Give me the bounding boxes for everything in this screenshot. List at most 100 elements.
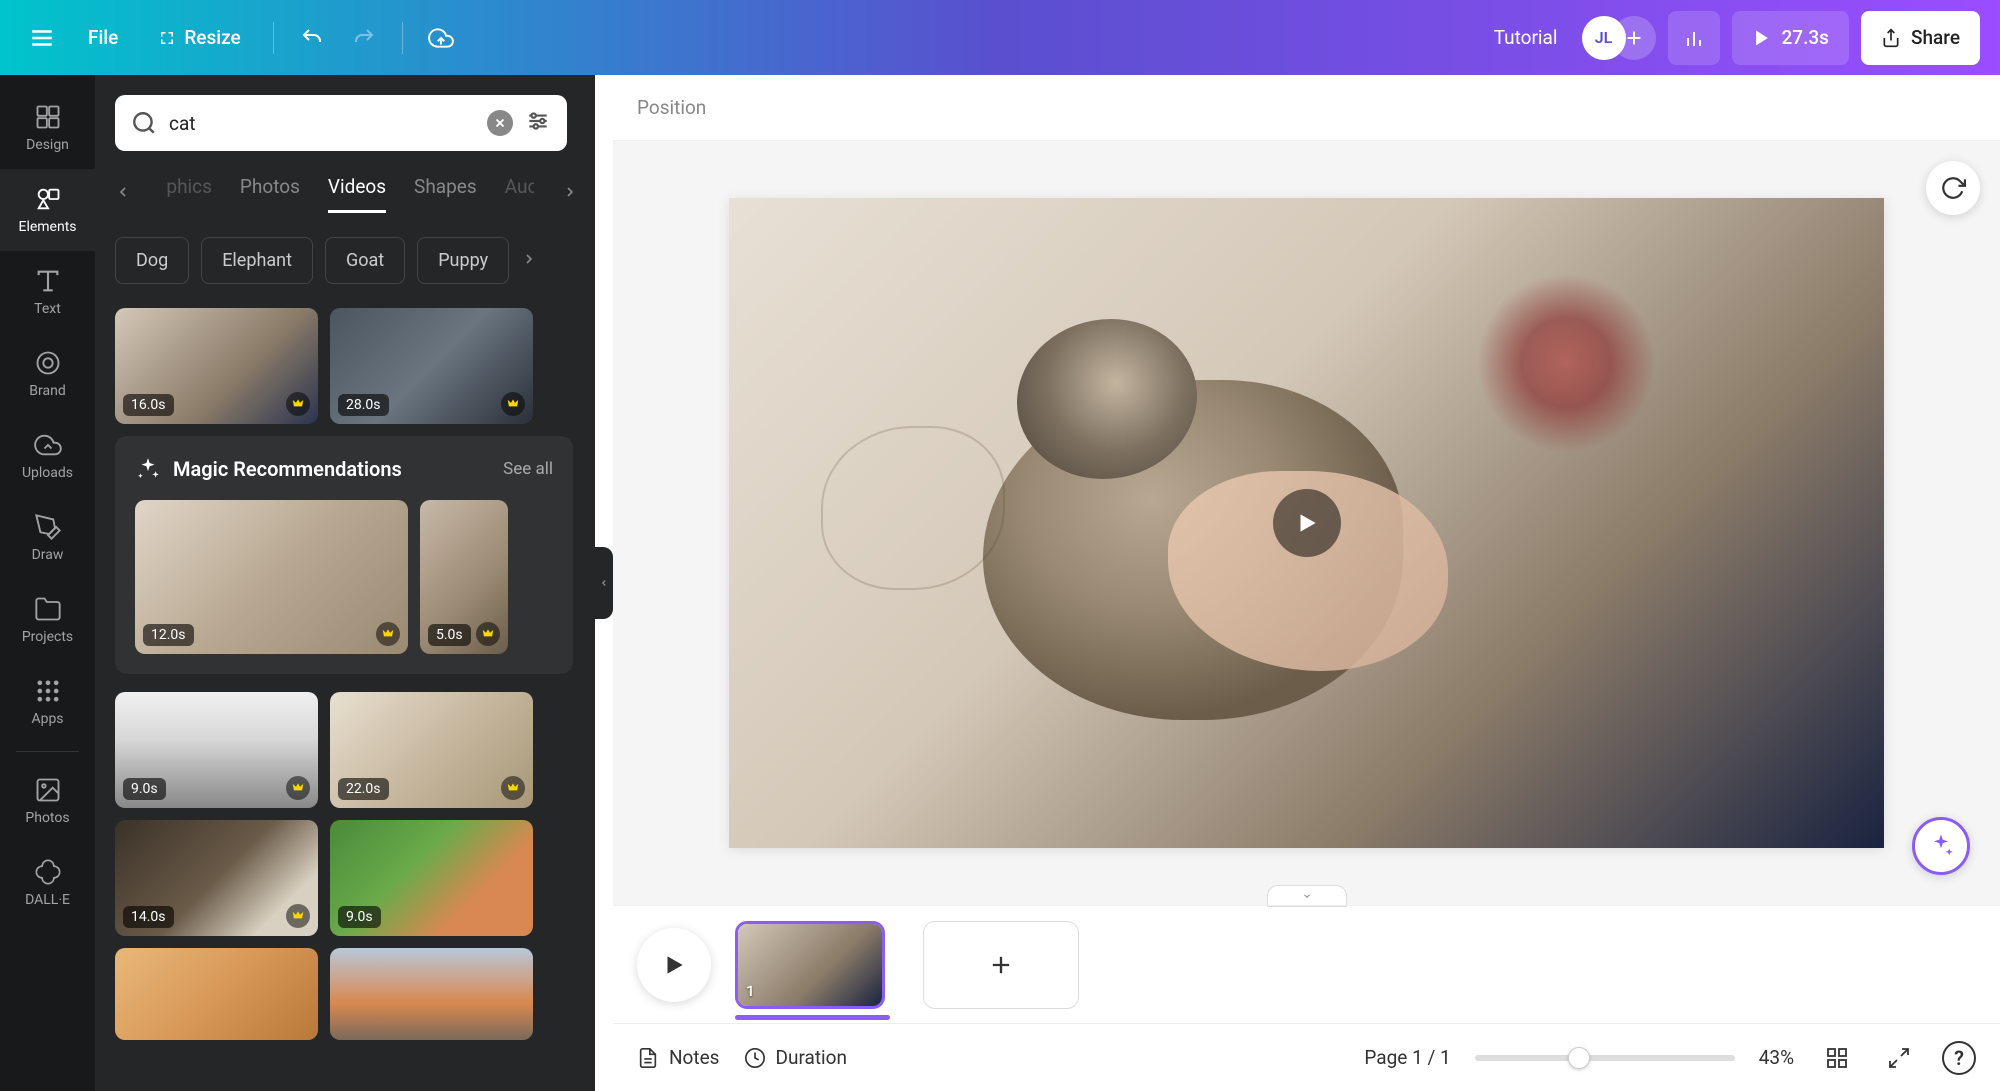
add-page-button[interactable]: [923, 921, 1079, 1009]
rail-item-design[interactable]: Design: [0, 87, 95, 169]
rail-item-draw[interactable]: Draw: [0, 497, 95, 579]
duration-badge: 28.0s: [338, 394, 389, 416]
share-button[interactable]: Share: [1861, 11, 1980, 65]
clear-search-button[interactable]: [487, 110, 513, 136]
rail-item-elements[interactable]: Elements: [0, 169, 95, 251]
share-label: Share: [1911, 26, 1960, 49]
duration-badge: 22.0s: [338, 778, 389, 800]
premium-icon: [501, 776, 525, 800]
video-result[interactable]: [115, 948, 318, 1040]
present-button[interactable]: 27.3s: [1732, 11, 1849, 65]
video-result[interactable]: 9.0s: [115, 692, 318, 808]
top-toolbar: File Resize Tutorial JL 27.3s: [0, 0, 2000, 75]
duration-badge: 9.0s: [338, 906, 381, 928]
magic-assist-button[interactable]: [1912, 817, 1970, 875]
bottom-bar: Notes Duration Page 1 / 1 43% ?: [613, 1023, 2000, 1091]
resize-label: Resize: [184, 26, 240, 49]
chip-goat[interactable]: Goat: [325, 237, 405, 284]
collapse-timeline-button[interactable]: [1267, 885, 1347, 907]
see-all-link[interactable]: See all: [503, 459, 553, 479]
video-result[interactable]: 28.0s: [330, 308, 533, 424]
left-navigation-rail: Design Elements Text Brand Uploads Draw …: [0, 75, 95, 1091]
rail-item-photos[interactable]: Photos: [0, 760, 95, 842]
category-tabs: phics Photos Videos Shapes Audi: [115, 175, 585, 213]
rail-item-dalle[interactable]: DALL·E: [0, 842, 95, 924]
duration-badge: 12.0s: [143, 624, 194, 646]
page-indicator[interactable]: Page 1 / 1: [1364, 1046, 1450, 1069]
page-duration-bar[interactable]: [735, 1015, 890, 1020]
rail-item-uploads[interactable]: Uploads: [0, 415, 95, 497]
chip-puppy[interactable]: Puppy: [417, 237, 509, 284]
divider: [402, 22, 403, 54]
magic-recommendations: Magic Recommendations See all 12.0s 5.0s: [115, 436, 573, 674]
duration-button[interactable]: Duration: [744, 1046, 848, 1069]
file-menu[interactable]: File: [72, 16, 134, 59]
canvas-area: Position: [613, 75, 2000, 1091]
present-duration-label: 27.3s: [1782, 26, 1829, 49]
sparkle-icon: [135, 456, 161, 482]
collapse-panel-button[interactable]: [595, 547, 613, 619]
rail-item-brand[interactable]: Brand: [0, 333, 95, 415]
tab-graphics[interactable]: phics: [166, 175, 212, 213]
rail-divider: [16, 751, 79, 752]
timeline: 1: [613, 905, 2000, 1023]
refresh-button[interactable]: [1926, 161, 1980, 215]
elements-side-panel: phics Photos Videos Shapes Audi Dog Elep…: [95, 75, 595, 1091]
premium-icon: [286, 904, 310, 928]
duration-badge: 16.0s: [123, 394, 174, 416]
grid-view-button[interactable]: [1818, 1039, 1856, 1077]
duration-badge: 14.0s: [123, 906, 174, 928]
notes-button[interactable]: Notes: [637, 1046, 720, 1069]
tabs-scroll-right[interactable]: [562, 184, 585, 204]
magic-title: Magic Recommendations: [173, 457, 491, 481]
zoom-slider[interactable]: [1475, 1055, 1735, 1061]
tabs-scroll-left[interactable]: [115, 184, 138, 204]
premium-icon: [376, 622, 400, 646]
video-result[interactable]: 5.0s: [420, 500, 508, 654]
page-number-label: 1: [746, 982, 755, 1000]
search-input[interactable]: [169, 112, 475, 135]
rail-item-apps[interactable]: Apps: [0, 661, 95, 743]
user-avatar[interactable]: JL: [1582, 16, 1626, 60]
suggestion-chips: Dog Elephant Goat Puppy: [115, 237, 585, 284]
premium-icon: [286, 392, 310, 416]
resize-menu[interactable]: Resize: [142, 16, 256, 59]
document-title[interactable]: Tutorial: [1494, 26, 1558, 49]
search-results: 16.0s 28.0s Magic Recommendations See al…: [115, 308, 585, 1071]
video-element[interactable]: [729, 198, 1884, 848]
video-result[interactable]: 9.0s: [330, 820, 533, 936]
tab-shapes[interactable]: Shapes: [414, 175, 477, 213]
tab-videos[interactable]: Videos: [328, 175, 386, 213]
video-result[interactable]: 14.0s: [115, 820, 318, 936]
redo-button[interactable]: [342, 16, 386, 60]
video-result[interactable]: 22.0s: [330, 692, 533, 808]
fullscreen-button[interactable]: [1880, 1039, 1918, 1077]
timeline-play-button[interactable]: [637, 928, 711, 1002]
position-button[interactable]: Position: [637, 96, 706, 119]
chips-scroll-right[interactable]: [521, 251, 545, 271]
page-thumbnail[interactable]: 1: [735, 921, 885, 1009]
premium-icon: [286, 776, 310, 800]
zoom-level[interactable]: 43%: [1759, 1046, 1794, 1069]
video-result[interactable]: 12.0s: [135, 500, 408, 654]
help-button[interactable]: ?: [1942, 1041, 1976, 1075]
search-filters-button[interactable]: [525, 108, 551, 138]
rail-item-projects[interactable]: Projects: [0, 579, 95, 661]
tab-audio[interactable]: Audi: [505, 175, 534, 213]
analytics-button[interactable]: [1668, 11, 1720, 65]
duration-badge: 5.0s: [428, 624, 471, 646]
chip-dog[interactable]: Dog: [115, 237, 189, 284]
undo-button[interactable]: [290, 16, 334, 60]
search-icon: [131, 110, 157, 136]
chip-elephant[interactable]: Elephant: [201, 237, 313, 284]
premium-icon: [501, 392, 525, 416]
rail-item-text[interactable]: Text: [0, 251, 95, 333]
video-result[interactable]: [330, 948, 533, 1040]
canvas-viewport[interactable]: [613, 141, 2000, 905]
play-button[interactable]: [1273, 489, 1341, 557]
main-menu-button[interactable]: [20, 16, 64, 60]
tab-photos[interactable]: Photos: [240, 175, 300, 213]
video-result[interactable]: 16.0s: [115, 308, 318, 424]
canvas-page[interactable]: [729, 198, 1884, 848]
cloud-sync-icon[interactable]: [419, 16, 463, 60]
